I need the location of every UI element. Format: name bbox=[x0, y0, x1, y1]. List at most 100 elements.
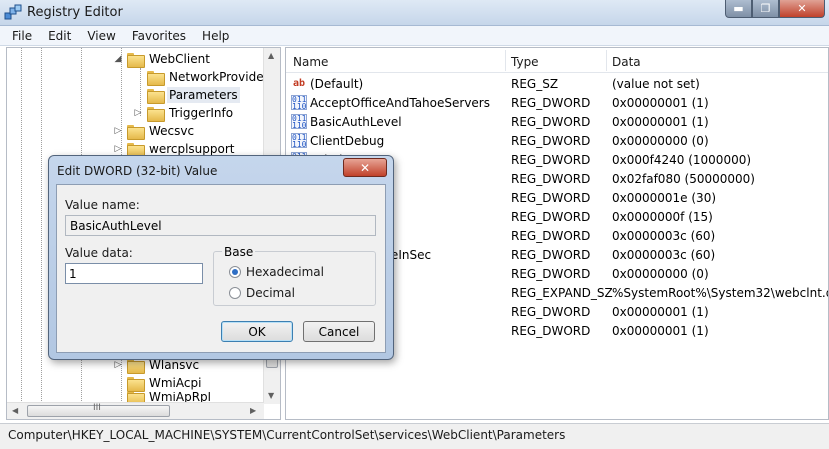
scroll-up-icon[interactable]: ▲ bbox=[268, 51, 274, 60]
value-type-cell: REG_EXPAND_SZ bbox=[511, 286, 613, 300]
tree-node-networkprovider[interactable]: NetworkProvider bbox=[147, 68, 271, 86]
tree-node-wmiacpi[interactable]: WmiAcpi bbox=[127, 374, 203, 392]
menu-help[interactable]: Help bbox=[194, 26, 237, 45]
value-type-cell: REG_DWORD bbox=[511, 248, 591, 262]
tree-node-wmiaprpl[interactable]: WmiApRpl bbox=[127, 392, 213, 402]
folder-icon bbox=[127, 52, 145, 68]
menu-view[interactable]: View bbox=[79, 26, 123, 45]
cancel-button[interactable]: Cancel bbox=[303, 321, 375, 342]
string-value-icon: ab bbox=[292, 78, 306, 89]
value-data-input[interactable] bbox=[65, 263, 203, 284]
value-type-cell: REG_DWORD bbox=[511, 229, 591, 243]
value-data-label: Value data: bbox=[65, 246, 133, 260]
minimize-button[interactable]: ▬ bbox=[725, 0, 752, 18]
value-name-cell: BasicAuthLevel bbox=[310, 115, 402, 129]
scroll-down-icon[interactable]: ▼ bbox=[268, 391, 274, 400]
folder-icon bbox=[127, 142, 145, 158]
value-name-field: BasicAuthLevel bbox=[65, 215, 376, 236]
binary-value-icon: 011110 bbox=[291, 114, 307, 130]
value-data-cell: 0x0000000f (15) bbox=[612, 210, 713, 224]
hexadecimal-label: Hexadecimal bbox=[246, 265, 324, 279]
column-divider[interactable] bbox=[606, 50, 607, 71]
dialog-body: Value name: BasicAuthLevel Value data: B… bbox=[56, 184, 386, 353]
value-data-cell: 0x00000001 (1) bbox=[612, 324, 709, 338]
maximize-button[interactable]: ❐ bbox=[752, 0, 779, 18]
status-path: Computer\HKEY_LOCAL_MACHINE\SYSTEM\Curre… bbox=[8, 428, 566, 442]
menu-favorites[interactable]: Favorites bbox=[124, 26, 194, 45]
tree-node-label: Parameters bbox=[167, 87, 240, 103]
value-data-cell: 0x0000003c (60) bbox=[612, 248, 716, 262]
folder-icon bbox=[127, 358, 145, 374]
table-row[interactable]: 011 110 AcceptOfficeAndTahoeServers REG_DWO… bbox=[286, 94, 828, 113]
expand-arrow-icon[interactable]: ▷ bbox=[113, 126, 123, 136]
dialog-close-button[interactable]: ✕ bbox=[343, 158, 387, 177]
scroll-left-icon[interactable]: ◀ bbox=[12, 406, 18, 415]
folder-icon bbox=[147, 106, 165, 122]
expand-arrow-icon[interactable]: ▷ bbox=[133, 108, 143, 118]
tree-node-label: WmiApRpl bbox=[149, 392, 212, 402]
dialog-title: Edit DWORD (32-bit) Value bbox=[57, 164, 218, 178]
value-data-cell: 0x00000001 (1) bbox=[612, 305, 709, 319]
tree-node-label: NetworkProvider bbox=[169, 70, 269, 84]
value-type-cell: REG_SZ bbox=[511, 77, 559, 91]
tree-node-label: Wecsvc bbox=[149, 124, 195, 138]
tree-horizontal-scrollbar[interactable]: ◀ III ▶ bbox=[7, 402, 264, 419]
hexadecimal-radio[interactable]: Hexadecimal bbox=[229, 265, 324, 279]
radio-selected-icon[interactable] bbox=[229, 266, 241, 278]
folder-icon bbox=[127, 376, 145, 392]
value-type-cell: REG_DWORD bbox=[511, 115, 591, 129]
value-name-cell: AcceptOfficeAndTahoeServers bbox=[310, 96, 490, 110]
column-divider[interactable] bbox=[505, 50, 506, 71]
tree-node-label: TriggerInfo bbox=[169, 106, 234, 120]
value-data-cell: %SystemRoot%\System32\webclnt.dll bbox=[612, 286, 829, 300]
decimal-label: Decimal bbox=[246, 286, 295, 300]
tree-node-wecsvc[interactable]: ▷ Wecsvc bbox=[113, 122, 196, 140]
collapse-arrow-icon[interactable]: ◢ bbox=[113, 54, 123, 64]
value-type-cell: REG_DWORD bbox=[511, 96, 591, 110]
binary-value-icon: 011110 bbox=[291, 133, 307, 149]
base-group-label: Base bbox=[222, 245, 256, 259]
folder-icon bbox=[127, 392, 145, 402]
scroll-right-icon[interactable]: ▶ bbox=[250, 406, 256, 415]
window-title: Registry Editor bbox=[27, 5, 123, 20]
value-data-cell: 0x0000001e (30) bbox=[612, 191, 717, 205]
value-type-cell: REG_DWORD bbox=[511, 172, 591, 186]
radio-unselected-icon[interactable] bbox=[229, 287, 241, 299]
tree-node-label: WebClient bbox=[149, 52, 210, 66]
ok-button[interactable]: OK bbox=[221, 321, 293, 342]
tree-guide-line bbox=[21, 48, 22, 403]
table-row[interactable]: 011 110 BasicAuthLevel REG_DWORD 0x00000001 … bbox=[286, 113, 828, 132]
column-header-type[interactable]: Type bbox=[511, 55, 539, 69]
expand-arrow-icon[interactable]: ▷ bbox=[113, 360, 123, 370]
status-bar: Computer\HKEY_LOCAL_MACHINE\SYSTEM\Curre… bbox=[0, 423, 829, 449]
decimal-radio[interactable]: Decimal bbox=[229, 286, 295, 300]
value-name-cell: (Default) bbox=[310, 77, 364, 91]
edit-dword-dialog: Edit DWORD (32-bit) Value ✕ Value name: … bbox=[48, 155, 394, 360]
menu-file[interactable]: File bbox=[4, 26, 40, 45]
tree-node-webclient[interactable]: ◢ WebClient bbox=[113, 50, 212, 68]
value-type-cell: REG_DWORD bbox=[511, 134, 591, 148]
tree-node-parameters[interactable]: Parameters bbox=[147, 86, 240, 104]
value-type-cell: REG_DWORD bbox=[511, 324, 591, 338]
column-header-name[interactable]: Name bbox=[293, 55, 328, 69]
close-button[interactable]: ✕ bbox=[779, 0, 825, 18]
value-type-cell: REG_DWORD bbox=[511, 153, 591, 167]
column-header-data[interactable]: Data bbox=[612, 55, 641, 69]
value-data-cell: 0x00000001 (1) bbox=[612, 115, 709, 129]
folder-icon bbox=[147, 70, 165, 86]
value-data-cell: 0x00000000 (0) bbox=[612, 134, 709, 148]
table-row[interactable]: 011 110 ClientDebug REG_DWORD 0x00000000 (0) bbox=[286, 132, 828, 151]
tree-node-triggerinfo[interactable]: ▷ TriggerInfo bbox=[133, 104, 235, 122]
value-data-cell: 0x00000001 (1) bbox=[612, 96, 709, 110]
folder-icon bbox=[127, 124, 145, 140]
tree-node-label: WmiAcpi bbox=[149, 376, 202, 390]
expand-arrow-icon[interactable]: ▷ bbox=[113, 144, 123, 154]
value-data-cell: 0x0000003c (60) bbox=[612, 229, 716, 243]
registry-editor-icon bbox=[4, 4, 22, 20]
tree-hscroll-thumb[interactable]: III bbox=[27, 403, 170, 417]
value-data-cell: 0x02faf080 (50000000) bbox=[612, 172, 755, 186]
menu-bar: File Edit View Favorites Help bbox=[0, 26, 829, 46]
value-name-text: BasicAuthLevel bbox=[70, 219, 162, 233]
table-row[interactable]: ab (Default) REG_SZ (value not set) bbox=[286, 75, 828, 94]
menu-edit[interactable]: Edit bbox=[40, 26, 79, 45]
